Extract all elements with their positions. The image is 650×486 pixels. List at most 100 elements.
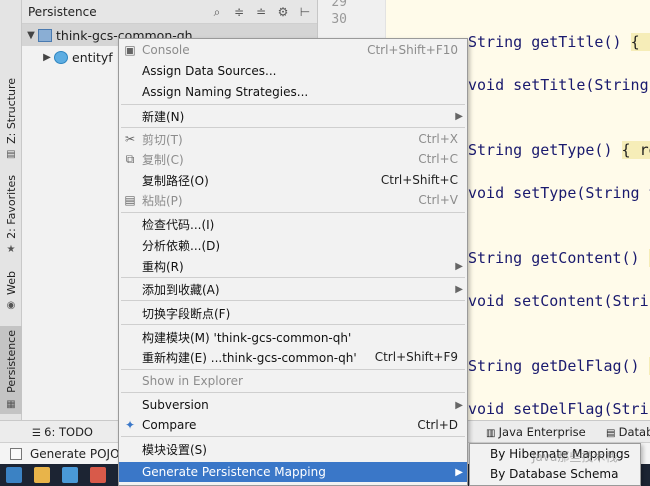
menu-item-inspect-code[interactable]: 检查代码...(I) [119, 214, 467, 234]
favorites-tab[interactable]: 2: Favorites ★ [0, 174, 22, 256]
entity-icon [54, 50, 68, 64]
left-tool-strip: Z: Structure ▤ 2: Favorites ★ Web ◉ Pers… [0, 0, 22, 420]
watermark: Java那些技术栈 [532, 450, 618, 464]
database-icon: ▤ [606, 428, 619, 439]
code-text: void setType(String t [468, 184, 650, 202]
taskbar-app-icon[interactable] [62, 467, 78, 483]
menu-item-toggle-field-breakpoint[interactable]: 切换字段断点(F) [119, 303, 467, 323]
menu-item-refactor[interactable]: 重构(R) ▶ [119, 256, 467, 276]
menu-item-module-settings[interactable]: 模块设置(S) [119, 439, 467, 459]
menu-separator [121, 300, 465, 301]
menu-item-copy[interactable]: ⧉ 复制(C) Ctrl+C [119, 149, 467, 169]
module-icon [38, 28, 52, 42]
code-text: void setContent(Strin [468, 292, 650, 310]
menu-separator [121, 392, 465, 393]
scissors-icon: ✂ [124, 132, 136, 146]
code-line: String getType() { re [468, 141, 650, 159]
fold-brace: { re [621, 141, 650, 159]
menu-item-assign-data-sources[interactable]: Assign Data Sources... [119, 61, 467, 81]
chevron-right-icon: ▶ [455, 466, 463, 478]
code-text: String getDelFlag() [468, 357, 649, 375]
web-tab-label: Web [4, 270, 18, 295]
chevron-right-icon: ▶ [455, 283, 463, 295]
start-icon[interactable] [6, 467, 22, 483]
menu-item-new[interactable]: 新建(N) ▶ [119, 106, 467, 126]
menu-separator [121, 324, 465, 325]
globe-icon: ◉ [6, 300, 16, 312]
chevron-right-icon: ▶ [455, 260, 463, 272]
menu-item-build-module[interactable]: 构建模块(M) 'think-gcs-common-qh' [119, 327, 467, 347]
chevron-right-icon: ▶ [455, 399, 463, 411]
structure-icon: ▤ [6, 149, 16, 161]
chevron-down-icon[interactable]: ▼ [24, 30, 38, 41]
database-tab[interactable]: ▤ Datab [606, 425, 650, 439]
code-text: void setDelFlag(Strin [468, 400, 650, 418]
menu-item-cut[interactable]: ✂ 剪切(T) Ctrl+X [119, 129, 467, 149]
menu-item-add-to-favorites[interactable]: 添加到收藏(A) ▶ [119, 279, 467, 299]
find-icon[interactable]: ⌕ [209, 4, 225, 20]
code-line: void setContent(Strin [468, 292, 650, 310]
taskbar-app-icon[interactable] [34, 467, 50, 483]
persistence-tab-label: Persistence [4, 330, 18, 393]
menu-separator [121, 127, 465, 128]
fold-brace: { r [630, 33, 650, 51]
persistence-icon: ▦ [6, 398, 16, 410]
menu-separator [121, 277, 465, 278]
chevron-right-icon: ▶ [455, 110, 463, 122]
code-line: String getTitle() { r [468, 33, 650, 51]
todo-tab[interactable]: ☰ 6: TODO [32, 425, 93, 439]
menu-separator [121, 104, 465, 105]
code-line: void setDelFlag(Strin [468, 400, 650, 418]
code-line: String getDelFlag() { [468, 357, 650, 375]
menu-item-analyze-dependencies[interactable]: 分析依赖...(D) [119, 235, 467, 255]
expand-all-icon[interactable]: ≑ [231, 4, 247, 20]
code-line: String getContent() { [468, 249, 650, 267]
code-text: String getType() [468, 141, 622, 159]
copy-icon: ⧉ [125, 151, 135, 166]
line-number: 29 [331, 0, 347, 10]
panel-title: Persistence [28, 4, 97, 19]
code-text: String getContent() [468, 249, 649, 267]
structure-tab-label: Z: Structure [4, 77, 18, 144]
todo-icon: ☰ [32, 428, 45, 439]
menu-item-assign-naming-strategies[interactable]: Assign Naming Strategies... [119, 82, 467, 102]
window-icon [10, 448, 22, 460]
hide-icon[interactable]: ⊢ [297, 4, 313, 20]
structure-tab[interactable]: Z: Structure ▤ [0, 77, 22, 161]
menu-item-show-in-explorer[interactable]: Show in Explorer [119, 371, 467, 391]
gear-icon[interactable]: ⚙ [275, 4, 291, 20]
code-text: void setTitle(String [468, 76, 649, 94]
status-text: Generate POJO [30, 447, 120, 461]
menu-item-paste[interactable]: ▤ 粘贴(P) Ctrl+V [119, 190, 467, 210]
java-enterprise-tab[interactable]: ▥ Java Enterprise [486, 425, 586, 439]
menu-item-compare[interactable]: ✦ Compare Ctrl+D [119, 415, 467, 435]
menu-item-subversion[interactable]: Subversion ▶ [119, 395, 467, 415]
collapse-all-icon[interactable]: ≐ [253, 4, 269, 20]
code-line: void setTitle(String [468, 76, 649, 94]
panel-toolbar: ⌕ ≑ ≐ ⚙ ⊢ [209, 4, 313, 20]
favorites-tab-label: 2: Favorites [4, 174, 18, 239]
compare-icon: ✦ [124, 418, 136, 432]
line-number: 30 [331, 12, 347, 27]
menu-item-console[interactable]: ▣ Console Ctrl+Shift+F10 [119, 40, 467, 60]
menu-separator [121, 369, 465, 370]
menu-item-rebuild[interactable]: 重新构建(E) ...think-gcs-common-qh' Ctrl+Shi… [119, 347, 467, 367]
context-menu: ▣ Console Ctrl+Shift+F10 Assign Data Sou… [118, 38, 468, 486]
java-enterprise-icon: ▥ [486, 428, 499, 439]
taskbar-app-icon[interactable] [90, 467, 106, 483]
star-icon: ★ [6, 244, 16, 256]
web-tab[interactable]: Web ◉ [0, 268, 22, 314]
tree-item-label: entityf [72, 49, 113, 65]
code-text: String getTitle() [468, 33, 631, 51]
menu-item-generate-persistence-mapping[interactable]: Generate Persistence Mapping ▶ [119, 462, 467, 482]
chevron-right-icon[interactable]: ▶ [40, 52, 54, 63]
menu-item-copy-path[interactable]: 复制路径(O) Ctrl+Shift+C [119, 170, 467, 190]
paste-icon: ▤ [124, 193, 136, 207]
menu-separator [121, 212, 465, 213]
persistence-tab[interactable]: Persistence ▦ [0, 326, 22, 414]
code-line: void setType(String t [468, 184, 650, 202]
menu-separator [121, 436, 465, 437]
submenu-item-database-schema[interactable]: By Database Schema [490, 467, 618, 481]
console-icon: ▣ [124, 43, 136, 57]
panel-header: Persistence ⌕ ≑ ≐ ⚙ ⊢ [22, 0, 317, 24]
